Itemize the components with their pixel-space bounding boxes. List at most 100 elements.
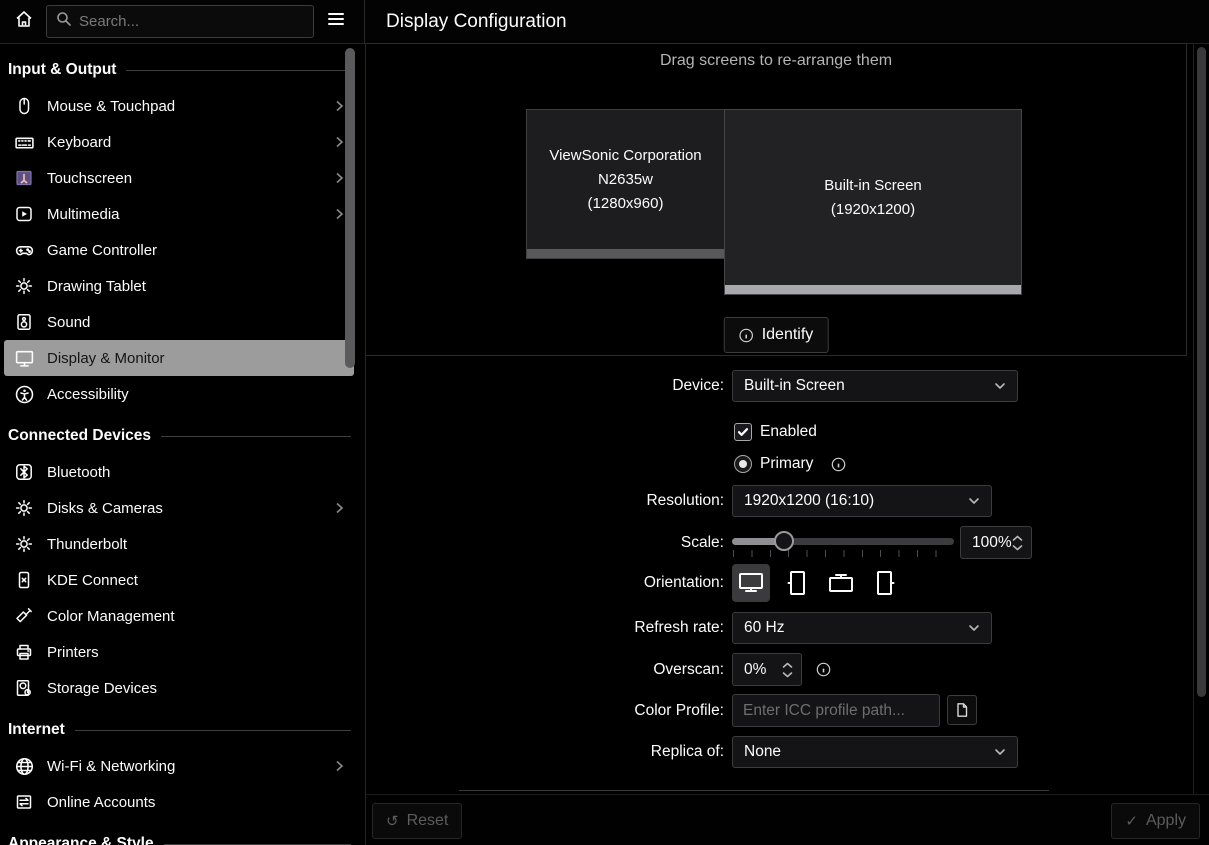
storage-drive-icon (12, 676, 36, 700)
scale-value: 100% (972, 534, 1012, 552)
sidebar-item-label: Storage Devices (47, 680, 157, 697)
orientation-label: Orientation: (466, 564, 724, 602)
sidebar-item-kde-connect[interactable]: KDE Connect (4, 562, 354, 598)
spin-up-icon[interactable] (1012, 535, 1023, 542)
enabled-checkbox-row[interactable]: Enabled (734, 421, 817, 443)
sidebar-item-color-management[interactable]: Color Management (4, 598, 354, 634)
sidebar-item-accessibility[interactable]: Accessibility (4, 376, 354, 412)
form-separator (459, 790, 1049, 791)
search-box[interactable] (46, 5, 314, 38)
paint-roller-icon (12, 604, 36, 628)
chevron-down-icon (993, 745, 1007, 759)
replica-of-combobox[interactable]: None (732, 736, 1018, 768)
identify-button[interactable]: Identify (724, 317, 829, 353)
monitor-built-in[interactable]: Built-in Screen (1920x1200) (724, 109, 1022, 295)
resolution-combobox[interactable]: 1920x1200 (16:10) (732, 485, 992, 517)
primary-radio-row[interactable]: Primary (734, 453, 846, 475)
multimedia-icon (12, 202, 36, 226)
sidebar-item-keyboard[interactable]: Keyboard (4, 124, 354, 160)
search-input[interactable] (79, 13, 304, 30)
sidebar-item-game-controller[interactable]: Game Controller (4, 232, 354, 268)
sidebar-item-display-monitor[interactable]: Display & Monitor (4, 340, 354, 376)
slider-ticks (733, 550, 954, 557)
orientation-button-group (732, 564, 905, 602)
identify-label: Identify (762, 326, 814, 344)
resolution-label: Resolution: (466, 485, 724, 517)
topbar-divider (364, 0, 365, 44)
reset-button[interactable]: ↺ Reset (372, 803, 462, 839)
page-title: Display Configuration (386, 11, 567, 33)
sidebar-scrollbar[interactable] (345, 48, 355, 368)
speaker-icon (12, 310, 36, 334)
color-profile-input[interactable] (732, 694, 940, 727)
orientation-portrait-left-button[interactable] (777, 564, 815, 602)
spin-down-icon[interactable] (782, 671, 793, 678)
enabled-checkbox[interactable] (734, 423, 752, 441)
sidebar-section-input-output: Input & Output (8, 56, 351, 84)
slider-handle[interactable] (774, 531, 794, 551)
sidebar-item-label: Online Accounts (47, 794, 155, 811)
sidebar-item-multimedia[interactable]: Multimedia (4, 196, 354, 232)
mouse-icon (12, 94, 36, 118)
chevron-right-icon (331, 500, 347, 516)
scale-label: Scale: (466, 526, 724, 559)
sidebar-item-label: Mouse & Touchpad (47, 98, 175, 115)
sidebar-item-label: Game Controller (47, 242, 157, 259)
gear-icon (12, 274, 36, 298)
reset-icon: ↺ (386, 812, 399, 830)
monitor-viewsonic[interactable]: ViewSonic Corporation N2635w (1280x960) (526, 109, 725, 259)
phone-icon (12, 568, 36, 592)
sidebar: Input & Output Mouse & Touchpad Keyboard… (0, 44, 365, 845)
home-icon (13, 8, 35, 35)
touchscreen-icon (12, 166, 36, 190)
spin-down-icon[interactable] (1012, 544, 1023, 551)
scale-spinbox[interactable]: 100% (960, 526, 1032, 559)
browse-file-button[interactable] (947, 695, 977, 725)
info-icon[interactable] (831, 457, 846, 472)
home-button[interactable] (8, 6, 40, 38)
sidebar-item-sound[interactable]: Sound (4, 304, 354, 340)
enabled-label: Enabled (760, 423, 817, 441)
chevron-right-icon (331, 758, 347, 774)
sidebar-item-wifi-networking[interactable]: Wi-Fi & Networking (4, 748, 354, 784)
sidebar-item-disks-cameras[interactable]: Disks & Cameras (4, 490, 354, 526)
section-label: Connected Devices (8, 427, 151, 445)
sync-accounts-icon (12, 790, 36, 814)
sidebar-item-label: Display & Monitor (47, 350, 165, 367)
spin-up-icon[interactable] (782, 662, 793, 669)
reset-label: Reset (407, 812, 449, 830)
footer-bar: ↺ Reset ✓ Apply (366, 794, 1209, 845)
orientation-landscape-button[interactable] (732, 564, 770, 602)
sidebar-item-bluetooth[interactable]: Bluetooth (4, 454, 354, 490)
gear-icon (12, 496, 36, 520)
scale-slider[interactable] (732, 526, 954, 559)
menu-button[interactable] (320, 6, 352, 38)
sidebar-item-drawing-tablet[interactable]: Drawing Tablet (4, 268, 354, 304)
main-scrollbar[interactable] (1197, 47, 1206, 697)
sidebar-item-thunderbolt[interactable]: Thunderbolt (4, 526, 354, 562)
overscan-spinbox[interactable]: 0% (732, 653, 802, 686)
accessibility-icon (12, 382, 36, 406)
sidebar-item-label: Drawing Tablet (47, 278, 146, 295)
scroll-area-edge (1193, 44, 1194, 794)
refresh-rate-combobox[interactable]: 60 Hz (732, 612, 992, 644)
sidebar-item-label: KDE Connect (47, 572, 138, 589)
sidebar-item-mouse-touchpad[interactable]: Mouse & Touchpad (4, 88, 354, 124)
orientation-landscape-icon (737, 571, 765, 595)
primary-radio[interactable] (734, 455, 752, 473)
file-icon (954, 702, 970, 718)
sidebar-item-online-accounts[interactable]: Online Accounts (4, 784, 354, 820)
sidebar-item-printers[interactable]: Printers (4, 634, 354, 670)
replica-of-label: Replica of: (466, 736, 724, 768)
apply-button[interactable]: ✓ Apply (1111, 803, 1200, 839)
orientation-landscape-flipped-button[interactable] (822, 564, 860, 602)
device-combobox[interactable]: Built-in Screen (732, 370, 1018, 402)
display-configuration-panel: Drag screens to re-arrange them ViewSoni… (365, 44, 1209, 845)
section-label: Appearance & Style (8, 835, 154, 845)
orientation-portrait-right-button[interactable] (867, 564, 905, 602)
sidebar-item-touchscreen[interactable]: Touchscreen (4, 160, 354, 196)
check-icon: ✓ (1125, 812, 1138, 830)
sidebar-item-label: Wi-Fi & Networking (47, 758, 175, 775)
sidebar-item-storage-devices[interactable]: Storage Devices (4, 670, 354, 706)
info-icon[interactable] (816, 662, 831, 677)
